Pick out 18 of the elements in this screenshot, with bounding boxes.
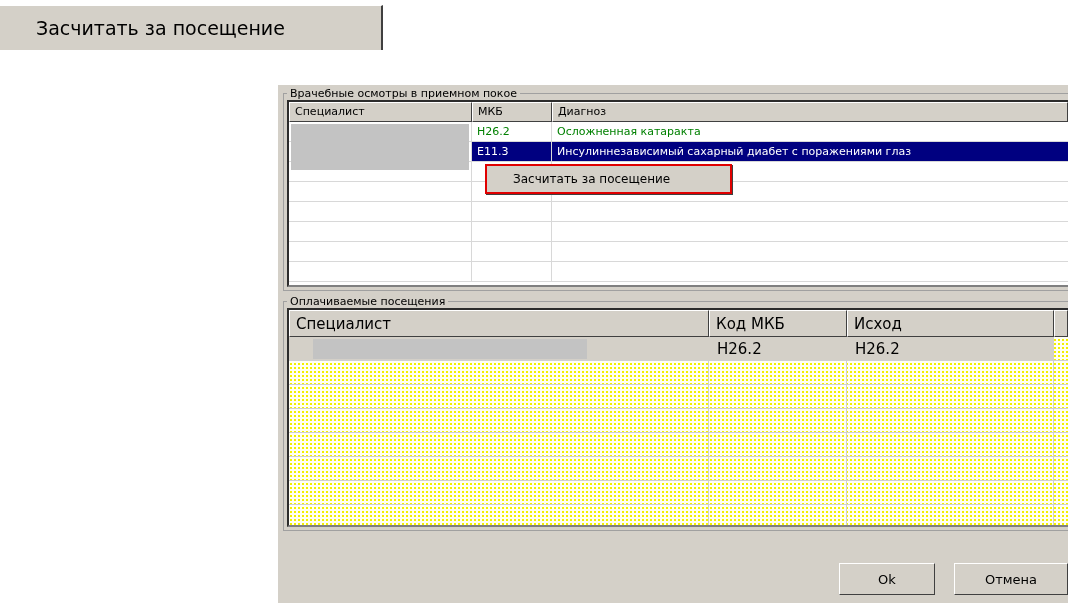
group-title: Врачебные осмотры в приемном покое bbox=[289, 87, 518, 100]
column-header[interactable]: Специалист bbox=[289, 102, 472, 122]
column-header[interactable]: Диагноз bbox=[552, 102, 1068, 122]
table-cell: E11.3 bbox=[477, 145, 509, 158]
column-header[interactable]: МКБ bbox=[472, 102, 552, 122]
column-header[interactable]: Исход bbox=[847, 310, 1054, 337]
menu-item[interactable]: Засчитать за посещение bbox=[487, 166, 730, 192]
visit-button[interactable]: Засчитать за посещение bbox=[0, 5, 383, 50]
dialog-button[interactable]: Ok bbox=[839, 563, 935, 595]
table-cell: Осложненная катаракта bbox=[557, 125, 701, 138]
group-title: Оплачиваемые посещения bbox=[289, 295, 447, 308]
table-cell: H26.2 bbox=[855, 339, 900, 358]
table-cell: H26.2 bbox=[477, 125, 510, 138]
table-cell: H26.2 bbox=[717, 339, 762, 358]
column-header[interactable]: Специалист bbox=[289, 310, 709, 337]
table-cell: Инсулиннезависимый сахарный диабет с поражениями глаз bbox=[557, 145, 912, 158]
dialog-button[interactable]: Отмена bbox=[954, 563, 1068, 595]
column-header[interactable]: Код МКБ bbox=[709, 310, 847, 337]
